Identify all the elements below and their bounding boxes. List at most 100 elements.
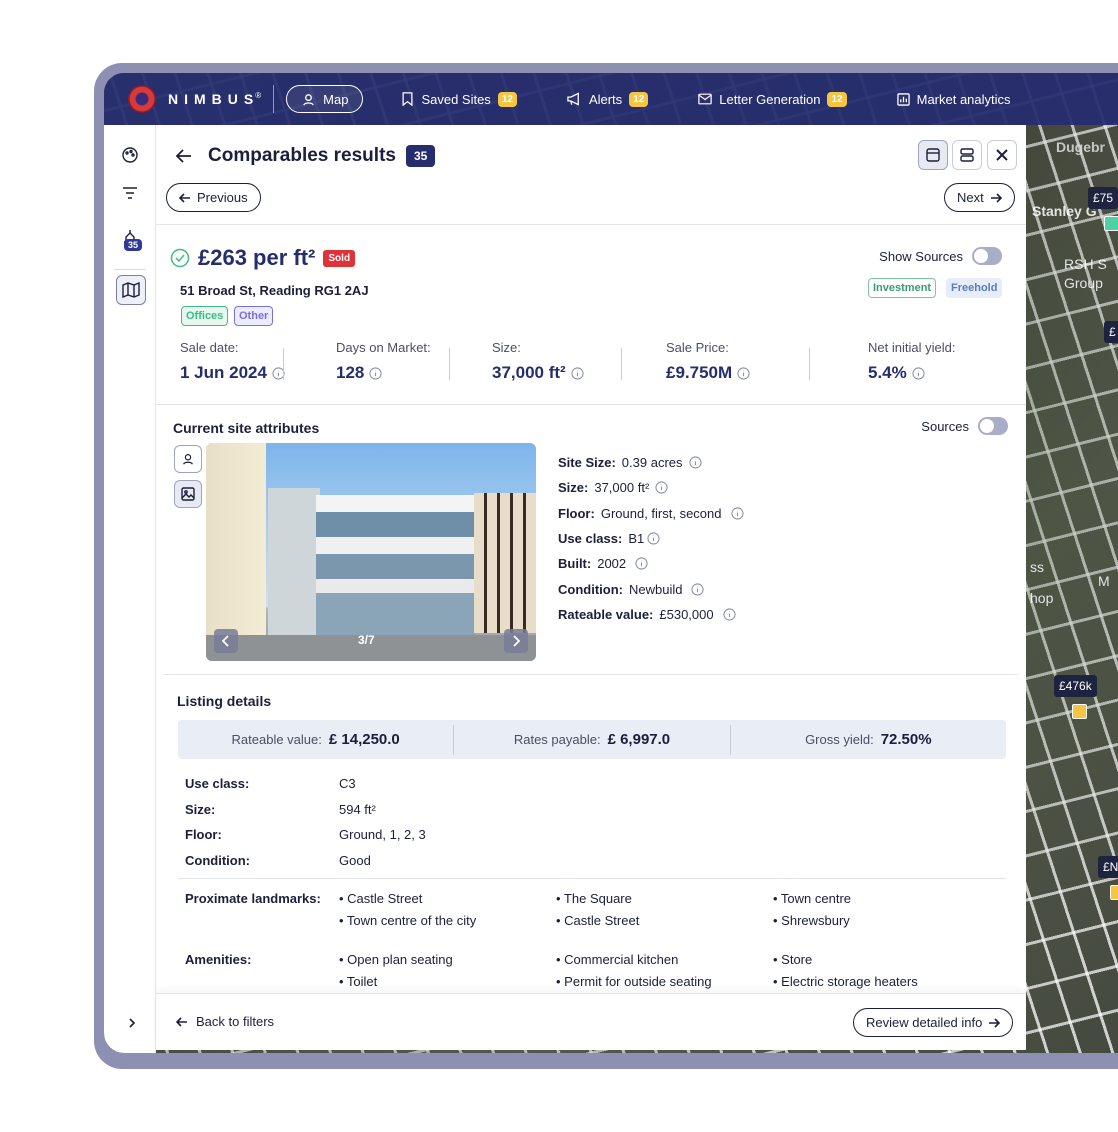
attr-use-class: Use class: B1 <box>558 526 744 551</box>
nav-market-analytics[interactable]: Market analytics <box>883 85 1025 113</box>
stats-row: Sale date: 1 Jun 2024 Days on Market: 12… <box>180 340 1002 383</box>
map-layers-icon[interactable] <box>116 275 146 305</box>
amenities-grid: Amenities: • Open plan seating • Commercia… <box>185 948 990 992</box>
nav-label: Alerts <box>588 91 623 107</box>
stat-divider <box>449 348 450 380</box>
back-arrow-icon[interactable] <box>176 149 192 163</box>
info-icon[interactable] <box>730 507 744 520</box>
tag-freehold: Freehold <box>946 278 1003 298</box>
info-icon[interactable] <box>691 583 705 596</box>
show-sources-toggle[interactable]: Show Sources <box>879 247 1002 265</box>
nav-map[interactable]: Map <box>286 85 364 113</box>
landmarks-grid: Proximate landmarks: • Castle Street • The… <box>185 887 990 931</box>
listing-summary-bar: Rateable value: £ 14,250.0 Rates payable:… <box>178 720 1006 759</box>
map-street-label: Dugebr <box>1056 139 1105 155</box>
arrow-right-icon <box>989 1017 1001 1028</box>
photo-prev-button[interactable] <box>214 629 238 653</box>
mail-icon <box>698 93 713 105</box>
landmarks-row: • Town centre of the city • Castle Street… <box>339 912 850 928</box>
map-place-label: hop <box>1030 590 1054 606</box>
photo-building <box>474 493 536 633</box>
stat-label: Sale date: <box>180 340 239 355</box>
split-view-button[interactable] <box>952 140 982 170</box>
listing-details-section: Listing details Rateable value: £ 14,250.… <box>156 675 1026 995</box>
stat-label: Net initial yield: <box>868 340 956 355</box>
listing-rateable-value: Rateable value: £ 14,250.0 <box>231 731 400 748</box>
comparables-badge: 35 <box>124 239 143 251</box>
location-view-button[interactable] <box>174 445 202 473</box>
stat-value: 37,000 ft² <box>492 363 566 382</box>
property-photo[interactable]: 3/7 <box>206 443 536 661</box>
info-icon[interactable] <box>737 366 750 380</box>
section-title: Listing details <box>177 693 272 709</box>
map-price-marker[interactable]: £75 <box>1088 187 1118 209</box>
status-badge: Sold <box>323 249 356 267</box>
map-place-label: M <box>1098 573 1110 589</box>
back-to-filters-link[interactable]: Back to filters <box>176 1014 274 1029</box>
stat-days-on-market: Days on Market: 128 <box>314 340 470 383</box>
attr-condition: Condition: Newbuild <box>558 576 744 601</box>
map-price-marker[interactable]: £476k <box>1054 675 1097 697</box>
back-to-filters-label: Back to filters <box>196 1014 275 1029</box>
logo-mark <box>128 85 156 113</box>
map-pin[interactable] <box>1110 885 1118 900</box>
image-icon <box>181 487 195 501</box>
info-icon[interactable] <box>655 481 668 495</box>
stat-net-initial-yield: Net initial yield: 5.4% <box>800 340 1002 383</box>
nav-saved-sites[interactable]: Saved Sites 12 <box>387 85 531 113</box>
info-icon[interactable] <box>688 456 702 469</box>
arrow-left-icon <box>176 1016 187 1027</box>
toggle-switch[interactable] <box>978 417 1008 435</box>
close-icon <box>996 149 1008 161</box>
sources-toggle[interactable]: Sources <box>921 417 1008 435</box>
photo-view-button[interactable] <box>174 480 202 508</box>
tag-other: Other <box>234 306 274 326</box>
split-panel-icon <box>960 148 974 162</box>
app-screen: Dugebr Stanley G RSH S Group ss hop M £7… <box>104 73 1118 1053</box>
results-count-badge: 35 <box>405 145 436 167</box>
nav-letter-generation[interactable]: Letter Generation 12 <box>684 85 860 113</box>
review-detailed-info-button[interactable]: Review detailed info <box>853 1008 1014 1037</box>
price-row: £263 per ft² Sold <box>170 245 356 271</box>
chevron-left-icon <box>222 635 229 647</box>
nav-alerts[interactable]: Alerts 12 <box>553 85 662 113</box>
panel-footer: Back to filters Review detailed info <box>156 993 1026 1050</box>
info-icon[interactable] <box>723 608 736 621</box>
info-icon[interactable] <box>912 366 925 380</box>
megaphone-icon <box>567 92 579 106</box>
brand-logo[interactable]: NIMBUS ® <box>128 85 261 113</box>
map-pin[interactable] <box>1104 216 1118 231</box>
detail-row: Floor: Ground, 1, 2, 3 <box>185 827 426 843</box>
attribute-list: Site Size: 0.39 acres Size: 37,000 ft² Flo… <box>558 450 744 627</box>
map-price-marker[interactable]: £N <box>1098 856 1118 878</box>
stat-sale-price: Sale Price: £9.750M <box>626 340 810 383</box>
previous-button[interactable]: Previous <box>166 183 261 212</box>
info-icon[interactable] <box>571 366 584 380</box>
expand-chevron-icon[interactable] <box>120 1011 144 1035</box>
toggle-switch[interactable] <box>972 247 1002 265</box>
check-circle-icon <box>170 248 190 268</box>
detail-row: Size: 594 ft² <box>185 801 376 817</box>
info-icon[interactable] <box>647 532 660 545</box>
chevron-right-icon <box>513 635 520 647</box>
stat-value: 5.4% <box>868 363 907 382</box>
map-place-label: Group <box>1064 275 1103 291</box>
map-pin[interactable] <box>1072 704 1087 719</box>
map-price-marker[interactable]: £ <box>1104 321 1118 343</box>
previous-label: Previous <box>197 190 248 205</box>
palette-icon[interactable] <box>118 143 142 167</box>
photo-next-button[interactable] <box>504 629 528 653</box>
single-view-button[interactable] <box>918 140 948 170</box>
next-button[interactable]: Next <box>944 183 1015 212</box>
info-icon[interactable] <box>369 366 382 380</box>
close-button[interactable] <box>987 140 1017 170</box>
tag-investment: Investment <box>868 278 937 298</box>
map-place-label: ss <box>1030 559 1044 575</box>
filter-icon[interactable] <box>118 181 142 205</box>
nav-label: Map <box>323 91 349 107</box>
info-icon[interactable] <box>635 557 648 570</box>
detail-row: Condition: Good <box>185 852 371 868</box>
price-per-sqft: £263 per ft² <box>198 245 316 270</box>
tag-offices: Offices <box>181 306 229 326</box>
brand-name: NIMBUS <box>168 91 260 107</box>
